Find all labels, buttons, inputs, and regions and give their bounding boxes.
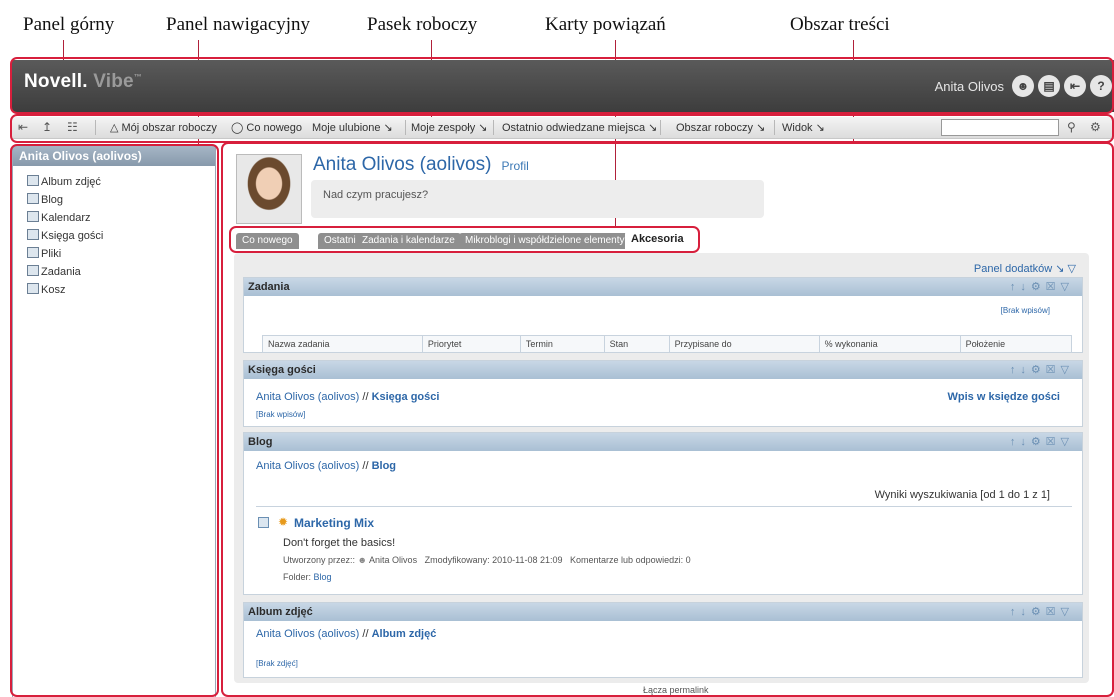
search-results-count: Wyniki wyszukiwania [od 1 do 1 z 1] (874, 489, 1050, 501)
column-header[interactable]: Stan (603, 335, 670, 353)
search-icon[interactable]: ⚲ (1067, 120, 1076, 134)
favorites-menu[interactable]: Moje ulubione ↘ (312, 121, 393, 134)
column-header[interactable]: Przypisane do (668, 335, 820, 353)
blog-entry-text: Don't forget the basics! (283, 537, 396, 549)
callout-line (63, 40, 64, 60)
guestbook-no-entries: [Brak wpisów] (256, 410, 306, 419)
files-icon (27, 247, 39, 258)
workspace-menu[interactable]: Obszar roboczy ↘ (676, 121, 765, 134)
sidebar-title: Anita Olivos (aolivos) (13, 146, 215, 166)
album-no-photos: [Brak zdjęć] (256, 659, 298, 668)
tasks-panel: Zadania ↑↓⚙☒▽ [Brak wpisów] Nazwa zadania… (243, 277, 1083, 353)
permalink-link[interactable]: Łącza permalink (643, 685, 709, 695)
breadcrumb: Anita Olivos (aolivos) // Blog (256, 460, 397, 472)
my-workspace-link[interactable]: △ Mój obszar roboczy (110, 121, 217, 134)
guestbook-icon (27, 229, 39, 240)
novell-vibe-logo: Novell. Vibe™ (24, 71, 142, 92)
trash-icon (27, 283, 39, 294)
teams-menu[interactable]: Moje zespoły ↘ (411, 121, 487, 134)
column-header[interactable]: % wykonania (818, 335, 961, 353)
tab-microblogs[interactable]: Mikroblogi i współdzielone elementy (459, 233, 631, 249)
column-header[interactable]: Termin (519, 335, 605, 353)
workspace-bar: ⇤ ↥ ☷ △ Mój obszar roboczy ◯ Co nowego M… (12, 117, 1114, 139)
status-input[interactable]: Nad czym pracujesz? (311, 180, 764, 218)
breadcrumb-user-link[interactable]: Anita Olivos (aolivos) (256, 391, 359, 403)
breadcrumb-album-link[interactable]: Album zdjęć (372, 628, 437, 640)
logout-icon[interactable]: ⇤ (1064, 75, 1086, 97)
sidebar-item-guestbook[interactable]: Księga gości (27, 229, 103, 242)
breadcrumb: Anita Olivos (aolivos) // Księga gości (256, 391, 440, 403)
blog-entry-folder: Folder: Blog (283, 572, 332, 582)
blog-entry-title[interactable]: Marketing Mix (294, 516, 374, 530)
panel-controls[interactable]: ↑↓⚙☒▽ (1010, 280, 1074, 293)
help-icon[interactable]: ? (1090, 75, 1112, 97)
notes-icon[interactable]: ▤ (1038, 75, 1060, 97)
sidebar-item-blog[interactable]: Blog (27, 193, 63, 206)
tab-tasks-calendars[interactable]: Zadania i kalendarze (356, 233, 461, 249)
column-header[interactable]: Nazwa zadania (262, 335, 423, 353)
panel-controls[interactable]: ↑↓⚙☒▽ (1010, 363, 1074, 376)
tree-icon[interactable]: ☷ (67, 120, 78, 134)
column-header[interactable]: Priorytet (421, 335, 521, 353)
addons-panel-menu[interactable]: Panel dodatków ↘ ▽ (974, 262, 1076, 275)
tasks-table: Nazwa zadania Priorytet Termin Stan Przy… (262, 335, 1073, 353)
sidebar-item-photo-album[interactable]: Album zdjęć (27, 175, 101, 188)
sidebar-item-files[interactable]: Pliki (27, 247, 61, 260)
page-title: Anita Olivos (aolivos) Profil (313, 154, 529, 175)
author-name[interactable]: Anita Olivos (369, 555, 417, 565)
blog-icon (27, 193, 39, 204)
photo-album-icon (27, 175, 39, 186)
entry-icon (258, 517, 269, 528)
upload-icon[interactable]: ↥ (42, 120, 52, 134)
breadcrumb: Anita Olivos (aolivos) // Album zdjęć (256, 628, 437, 640)
callout-top-panel: Panel górny (23, 14, 115, 35)
tab-whats-new[interactable]: Co nowego (236, 233, 299, 249)
panel-controls[interactable]: ↑↓⚙☒▽ (1010, 435, 1074, 448)
breadcrumb-guestbook-link[interactable]: Księga gości (372, 391, 440, 403)
tab-accessories[interactable]: Akcesoria (625, 231, 690, 250)
navigation-panel: Anita Olivos (aolivos) Album zdjęć Blog … (12, 146, 216, 697)
guestbook-entry-button[interactable]: Wpis w księdze gości (948, 391, 1060, 403)
callout-tabs: Karty powiązań (545, 14, 666, 35)
guestbook-panel: Księga gości ↑↓⚙☒▽ Anita Olivos (aolivos)… (243, 360, 1083, 427)
calendar-icon (27, 211, 39, 222)
new-entry-icon: ✹ (278, 515, 289, 529)
breadcrumb-blog-link[interactable]: Blog (372, 460, 396, 472)
callout-content-area: Obszar treści (790, 14, 890, 35)
blog-entry-meta: Utworzony przez:: ☻ Anita Olivos Zmodyfi… (283, 555, 691, 565)
view-menu[interactable]: Widok ↘ (782, 121, 825, 134)
breadcrumb-user-link[interactable]: Anita Olivos (aolivos) (256, 460, 359, 472)
top-panel: Novell. Vibe™ Anita Olivos ☻ ▤ ⇤ ? (12, 60, 1114, 112)
profile-link[interactable]: Profil (501, 159, 528, 173)
user-name[interactable]: Anita Olivos (935, 79, 1004, 94)
sidebar-item-trash[interactable]: Kosz (27, 283, 65, 296)
search-input[interactable] (941, 119, 1059, 136)
column-header[interactable]: Położenie (959, 335, 1073, 353)
callout-nav-panel: Panel nawigacyjny (166, 14, 311, 35)
photo-album-panel: Album zdjęć ↑↓⚙☒▽ Anita Olivos (aolivos) … (243, 602, 1083, 678)
blog-panel: Blog ↑↓⚙☒▽ Anita Olivos (aolivos) // Blog… (243, 432, 1083, 595)
recent-places-menu[interactable]: Ostatnio odwiedzane miejsca ↘ (502, 121, 657, 134)
whats-new-link[interactable]: ◯ Co nowego (231, 121, 302, 134)
avatar (236, 154, 302, 224)
tasks-icon (27, 265, 39, 276)
folder-link[interactable]: Blog (314, 572, 332, 582)
callout-workspace-bar: Pasek roboczy (367, 14, 478, 35)
tasks-no-entries: [Brak wpisów] (1000, 306, 1050, 315)
panel-controls[interactable]: ↑↓⚙☒▽ (1010, 605, 1074, 618)
breadcrumb-user-link[interactable]: Anita Olivos (aolivos) (256, 628, 359, 640)
author-avatar-icon: ☻ (357, 555, 368, 565)
sidebar-item-calendar[interactable]: Kalendarz (27, 211, 91, 224)
collapse-sidebar-icon[interactable]: ⇤ (18, 120, 28, 134)
sidebar-item-tasks[interactable]: Zadania (27, 265, 81, 278)
person-icon[interactable]: ☻ (1012, 75, 1034, 97)
search-options-icon[interactable]: ⚙ (1090, 120, 1101, 134)
